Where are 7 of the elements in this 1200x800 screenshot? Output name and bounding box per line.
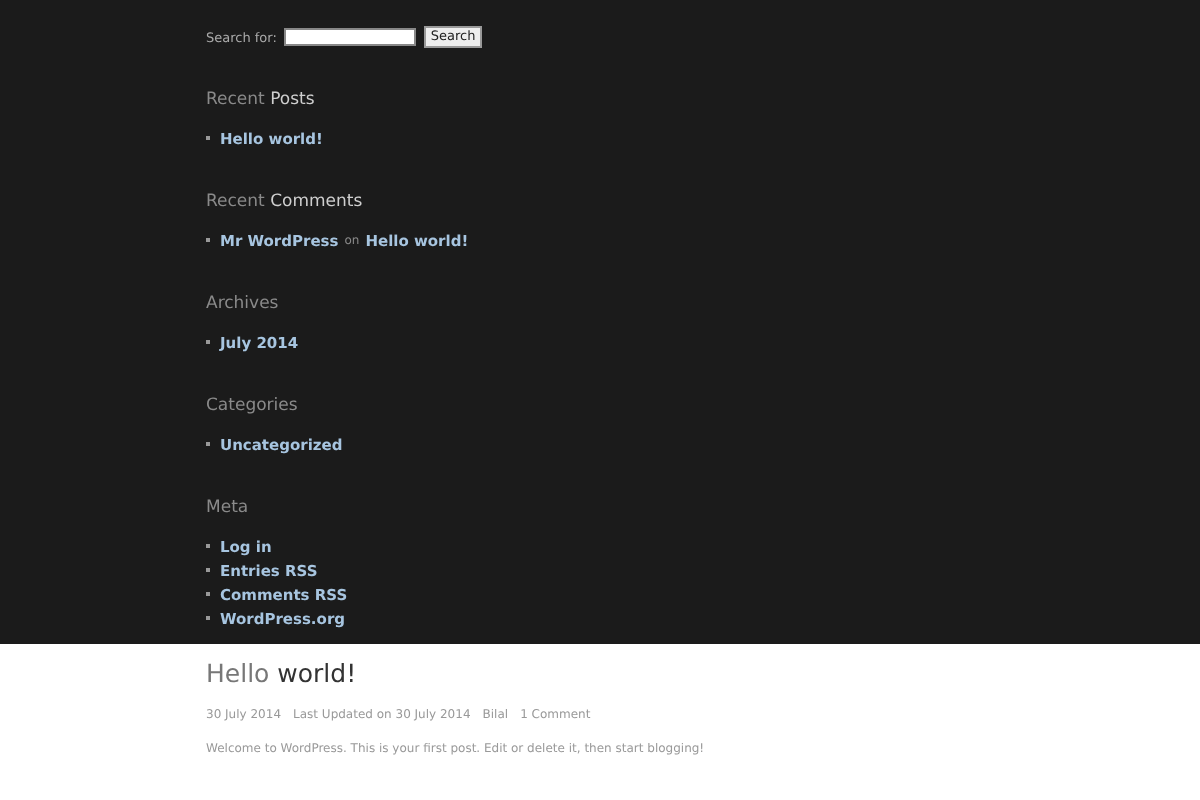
widget-heading: Archives <box>206 292 281 316</box>
widget-heading: Recent Comments <box>206 190 365 214</box>
widget-heading: Categories <box>206 394 300 418</box>
widget-heading: Recent Posts <box>206 88 317 112</box>
widget-heading: Meta <box>206 496 251 520</box>
search-field[interactable] <box>284 28 417 46</box>
post-title[interactable]: Hello world! <box>206 658 1200 690</box>
